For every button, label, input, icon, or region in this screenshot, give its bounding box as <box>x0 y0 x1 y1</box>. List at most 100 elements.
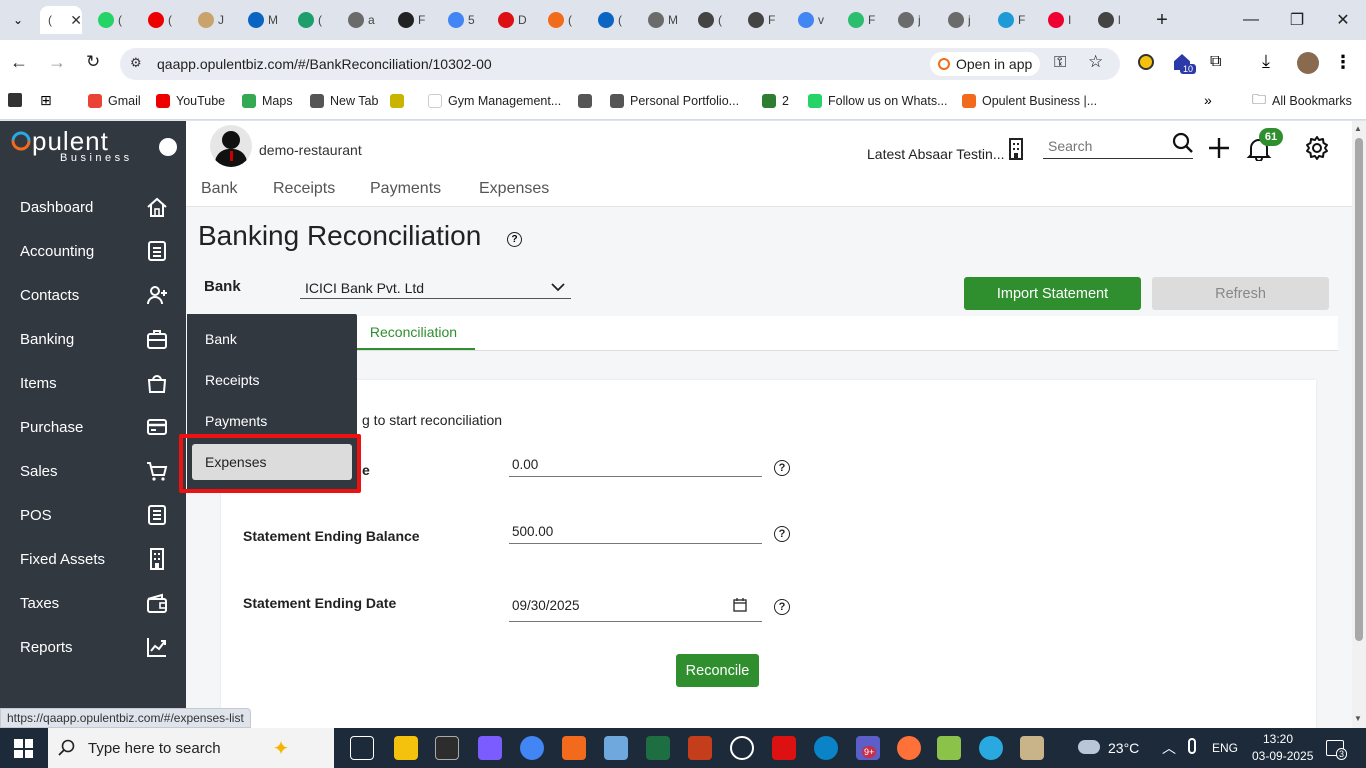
refresh-button[interactable]: Refresh <box>1152 277 1329 310</box>
extensions-puzzle-icon[interactable]: ⧉ <box>1210 53 1221 71</box>
search-icon[interactable] <box>1172 132 1194 159</box>
bank-select[interactable]: ICICI Bank Pvt. Ltd <box>300 277 571 299</box>
extension-icon[interactable] <box>1138 54 1154 70</box>
bookmark-10[interactable]: Opulent Business |... <box>962 92 1097 110</box>
opening-balance-input[interactable]: 0.00 <box>509 455 762 477</box>
close-window-button[interactable]: ✕ <box>1320 8 1366 32</box>
bookmark-0[interactable]: Gmail <box>88 92 141 110</box>
language-indicator[interactable]: ENG <box>1212 741 1238 755</box>
tab-5[interactable]: a <box>340 6 388 34</box>
grid-icon[interactable]: ⊞ <box>40 92 52 109</box>
building-icon[interactable] <box>1008 138 1024 160</box>
tab-3[interactable]: M <box>240 6 288 34</box>
file-explorer-icon[interactable] <box>394 736 418 760</box>
new-tab-button[interactable]: + <box>1150 8 1174 32</box>
weather-temp[interactable]: 23°C <box>1108 740 1139 756</box>
all-bookmarks[interactable]: 🗀 All Bookmarks <box>1252 91 1352 110</box>
pen-app-icon[interactable] <box>562 736 586 760</box>
sidebar-item-dashboard[interactable]: Dashboard <box>0 187 186 227</box>
add-icon[interactable] <box>1207 136 1231 165</box>
bookmark-4[interactable] <box>390 92 410 110</box>
sidebar-item-banking[interactable]: Banking <box>0 319 186 359</box>
notepad-plus-icon[interactable] <box>937 736 961 760</box>
site-info-icon[interactable]: ⚙ <box>130 55 142 71</box>
tab-1[interactable]: ( <box>140 6 188 34</box>
task-view-icon[interactable] <box>350 736 374 760</box>
tab-8[interactable]: D <box>490 6 538 34</box>
import-statement-button[interactable]: Import Statement <box>964 277 1141 310</box>
topnav-expenses[interactable]: Expenses <box>479 180 549 198</box>
tab-search-button[interactable]: ⌄ <box>6 8 30 32</box>
bookmark-9[interactable]: Follow us on Whats... <box>808 92 948 110</box>
excel-icon[interactable] <box>646 736 670 760</box>
tab-17[interactable]: j <box>940 6 988 34</box>
tab-active[interactable]: ( ✕ <box>40 6 82 34</box>
app-logo[interactable]: pulent Business <box>10 126 150 166</box>
sidebar-item-pos[interactable]: POS <box>0 495 186 535</box>
powerpoint-icon[interactable] <box>688 736 712 760</box>
sidebar-item-purchase[interactable]: Purchase <box>0 407 186 447</box>
tab-13[interactable]: F <box>740 6 788 34</box>
topnav-receipts[interactable]: Receipts <box>273 180 335 198</box>
sidebar-item-fixed-assets[interactable]: Fixed Assets <box>0 539 186 579</box>
company-name[interactable]: demo-restaurant <box>259 142 362 158</box>
topnav-bank[interactable]: Bank <box>201 180 237 198</box>
tab-15[interactable]: F <box>840 6 888 34</box>
tab-2[interactable]: J <box>190 6 238 34</box>
tab-0[interactable]: ( <box>90 6 138 34</box>
tab-20[interactable]: l <box>1090 6 1138 34</box>
tab-9[interactable]: ( <box>540 6 588 34</box>
sidebar-item-taxes[interactable]: Taxes <box>0 583 186 623</box>
taskbar-search[interactable]: Type here to search ✦ <box>48 728 334 768</box>
terminal-icon[interactable] <box>435 736 459 760</box>
help-icon[interactable]: ? <box>774 526 790 542</box>
close-icon[interactable]: ✕ <box>70 12 82 29</box>
help-icon[interactable]: ? <box>774 599 790 615</box>
tab-12[interactable]: ( <box>690 6 738 34</box>
sidebar-item-accounting[interactable]: Accounting <box>0 231 186 271</box>
edge-icon[interactable] <box>814 736 838 760</box>
topnav-payments[interactable]: Payments <box>370 180 441 198</box>
clock-date[interactable]: 03-09-2025 <box>1252 749 1313 763</box>
calendar-icon[interactable] <box>733 598 747 617</box>
tab-4[interactable]: ( <box>290 6 338 34</box>
sidebar-item-sales[interactable]: Sales <box>0 451 186 491</box>
acrobat-icon[interactable] <box>772 736 796 760</box>
weather-icon[interactable] <box>1078 740 1100 754</box>
copilot-icon[interactable] <box>478 736 502 760</box>
bookmark-2[interactable]: Maps <box>242 92 293 110</box>
sidebar-item-reports[interactable]: Reports <box>0 627 186 667</box>
reconcile-button[interactable]: Reconcile <box>676 654 759 687</box>
reload-button[interactable]: ↻ <box>86 52 100 72</box>
submenu-item-payments[interactable]: Payments <box>205 413 267 429</box>
menu-icon[interactable]: ⋮ <box>1334 52 1352 73</box>
more-bookmarks-icon[interactable]: » <box>1204 92 1212 108</box>
clock-time[interactable]: 13:20 <box>1263 732 1293 746</box>
maximize-button[interactable]: ❐ <box>1274 8 1320 32</box>
help-icon[interactable]: ? <box>507 232 522 247</box>
tab-19[interactable]: I <box>1040 6 1088 34</box>
gear-icon[interactable] <box>1304 135 1330 166</box>
tab-11[interactable]: M <box>640 6 688 34</box>
org-name[interactable]: Latest Absaar Testin... <box>867 146 1005 162</box>
firefox-icon[interactable] <box>897 736 921 760</box>
tab-18[interactable]: F <box>990 6 1038 34</box>
bookmark-7[interactable]: Personal Portfolio... <box>610 92 739 110</box>
settings-icon[interactable] <box>730 736 754 760</box>
paint-drop-icon[interactable] <box>979 736 1003 760</box>
help-icon[interactable]: ? <box>774 460 790 476</box>
apps-icon[interactable] <box>8 93 22 107</box>
windows-start-icon[interactable] <box>14 739 33 758</box>
back-button[interactable]: ← <box>10 52 28 73</box>
microphone-icon[interactable] <box>1188 738 1196 754</box>
tab-16[interactable]: j <box>890 6 938 34</box>
tab-reconciliation[interactable]: Reconciliation <box>352 324 475 350</box>
bookmark-5[interactable]: Gym Management... <box>428 92 561 110</box>
tab-10[interactable]: ( <box>590 6 638 34</box>
bookmark-8[interactable]: 2 <box>762 92 789 110</box>
scroll-up-icon[interactable]: ▲ <box>1354 124 1362 133</box>
minimize-button[interactable]: — <box>1228 8 1274 32</box>
palette-icon[interactable] <box>1020 736 1044 760</box>
tray-chevron-icon[interactable]: ︿ <box>1162 738 1176 758</box>
password-key-icon[interactable]: ⚿ <box>1054 54 1066 72</box>
